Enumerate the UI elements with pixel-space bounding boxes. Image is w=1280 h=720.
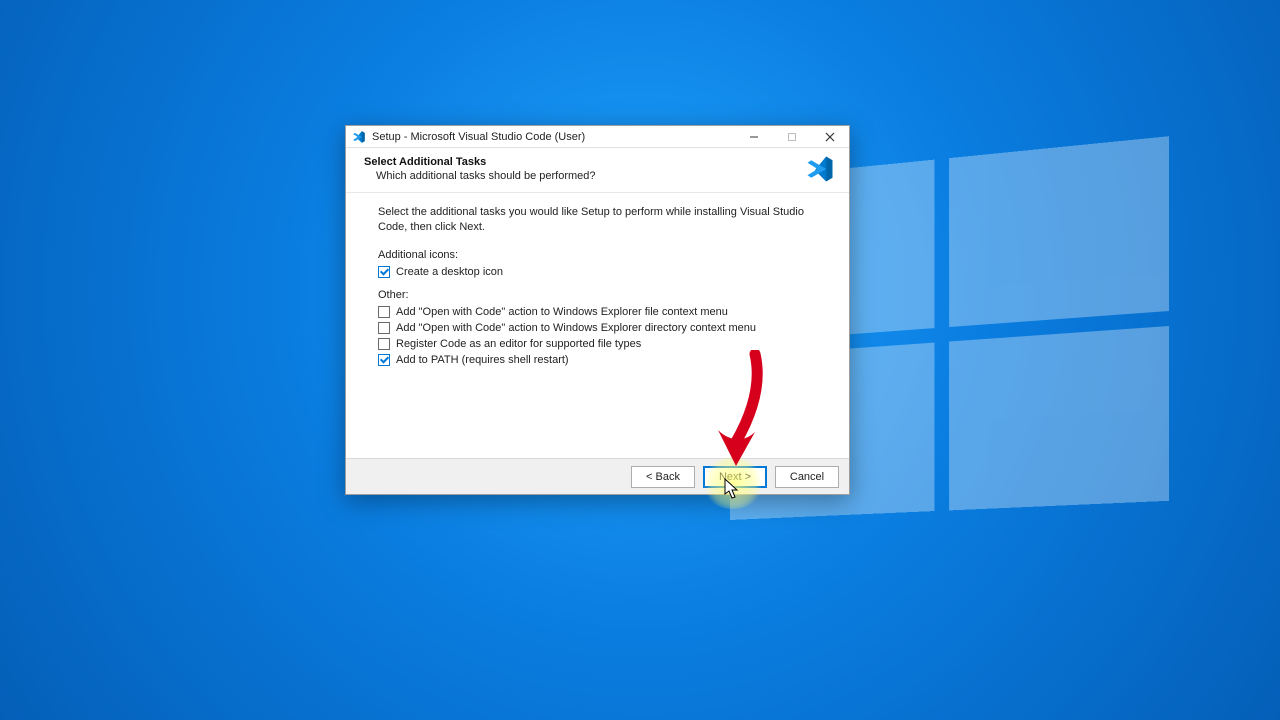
close-button[interactable] (811, 126, 849, 147)
checkbox-register-editor[interactable] (378, 338, 390, 350)
checkbox-add-path[interactable] (378, 354, 390, 366)
label-context-dir[interactable]: Add "Open with Code" action to Windows E… (396, 322, 756, 334)
group-label-other: Other: (378, 289, 821, 301)
next-button[interactable]: Next > (703, 466, 767, 488)
option-add-path[interactable]: Add to PATH (requires shell restart) (378, 353, 821, 367)
back-button[interactable]: < Back (631, 466, 695, 488)
titlebar[interactable]: Setup - Microsoft Visual Studio Code (Us… (346, 126, 849, 148)
checkbox-desktop-icon[interactable] (378, 266, 390, 278)
label-context-file[interactable]: Add "Open with Code" action to Windows E… (396, 306, 728, 318)
page-subtitle: Which additional tasks should be perform… (376, 170, 831, 182)
wizard-footer: < Back Next > Cancel (346, 458, 849, 494)
option-desktop-icon[interactable]: Create a desktop icon (378, 265, 821, 279)
page-title: Select Additional Tasks (364, 156, 831, 168)
installer-window: Setup - Microsoft Visual Studio Code (Us… (345, 125, 850, 495)
checkbox-context-file[interactable] (378, 306, 390, 318)
desktop-background: Setup - Microsoft Visual Studio Code (Us… (0, 0, 1280, 720)
label-desktop-icon[interactable]: Create a desktop icon (396, 266, 503, 278)
group-label-icons: Additional icons: (378, 249, 821, 261)
label-add-path[interactable]: Add to PATH (requires shell restart) (396, 354, 569, 366)
option-register-editor[interactable]: Register Code as an editor for supported… (378, 337, 821, 351)
vscode-logo-icon (805, 154, 835, 184)
maximize-button[interactable] (773, 126, 811, 147)
intro-text: Select the additional tasks you would li… (378, 205, 808, 235)
wizard-header: Select Additional Tasks Which additional… (346, 148, 849, 193)
option-context-dir[interactable]: Add "Open with Code" action to Windows E… (378, 321, 821, 335)
window-controls (735, 126, 849, 147)
cancel-button[interactable]: Cancel (775, 466, 839, 488)
wizard-body: Select the additional tasks you would li… (346, 193, 849, 458)
label-register-editor[interactable]: Register Code as an editor for supported… (396, 338, 641, 350)
checkbox-context-dir[interactable] (378, 322, 390, 334)
vscode-icon (352, 130, 366, 144)
option-context-file[interactable]: Add "Open with Code" action to Windows E… (378, 305, 821, 319)
window-title: Setup - Microsoft Visual Studio Code (Us… (372, 131, 735, 143)
minimize-button[interactable] (735, 126, 773, 147)
